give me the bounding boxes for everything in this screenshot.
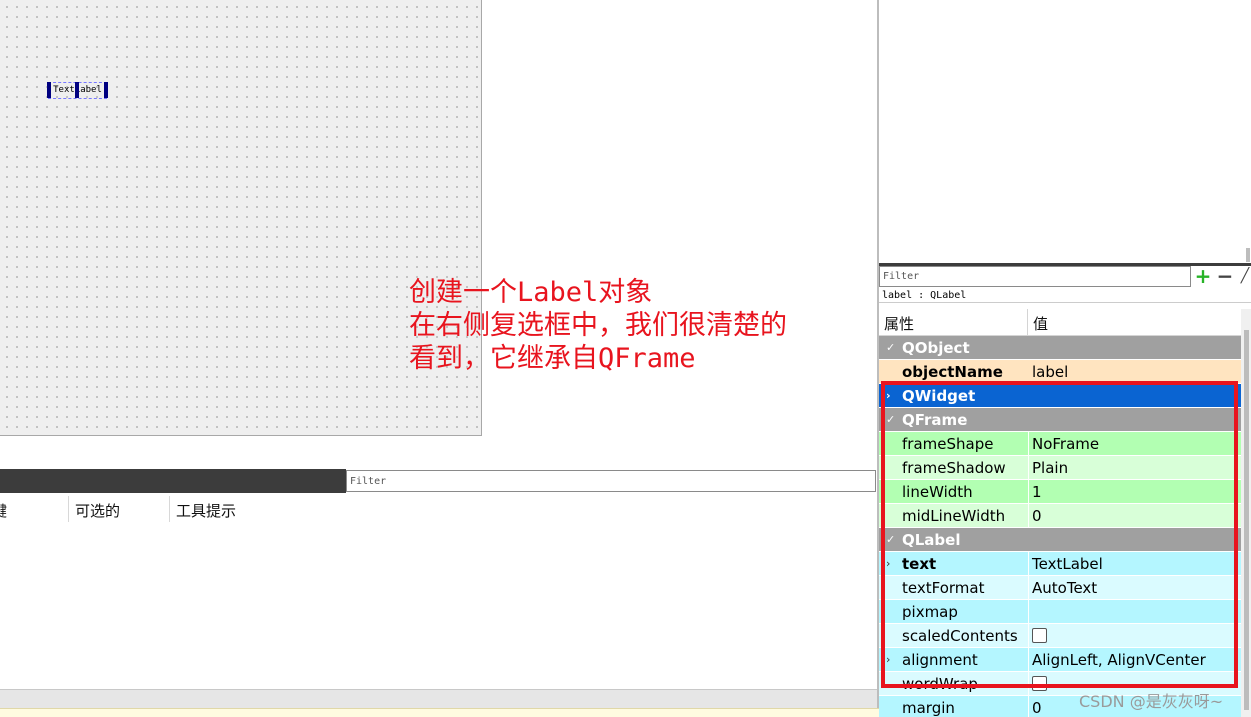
group-qwidget[interactable]: › QWidget <box>879 384 1241 408</box>
action-filter-input[interactable]: Filter <box>346 470 876 492</box>
current-object-label: label : QLabel <box>879 289 1251 303</box>
property-row-pixmap[interactable]: pixmap <box>879 600 1241 624</box>
action-editor-titlebar <box>0 469 346 493</box>
group-qlabel[interactable]: ✓ QLabel <box>879 528 1241 552</box>
action-editor-header: 键 可选的 工具提示 <box>0 496 877 522</box>
column-separator <box>68 496 69 522</box>
column-shortcut[interactable]: 键 <box>0 500 7 521</box>
selection-handle-middle[interactable] <box>75 82 79 98</box>
annotation-line-3: 看到，它继承自QFrame <box>409 343 696 374</box>
header-separator <box>1027 309 1028 335</box>
header-value[interactable]: 值 <box>1033 313 1048 334</box>
property-row-textformat[interactable]: textFormat AutoText <box>879 576 1241 600</box>
csdn-watermark: CSDN @是灰灰呀~ <box>1079 692 1224 711</box>
column-tooltip[interactable]: 工具提示 <box>176 500 236 521</box>
header-property[interactable]: 属性 <box>884 313 914 334</box>
selection-handle-left[interactable] <box>47 82 51 98</box>
qt-designer-window: TextLabel 创建一个Label对象 在右侧复选框中，我们很清楚的 看到，… <box>0 0 1251 717</box>
property-row-text[interactable]: › text TextLabel <box>879 552 1241 576</box>
property-row-frameshape[interactable]: frameShape NoFrame <box>879 432 1241 456</box>
selection-handle-right[interactable] <box>104 82 108 98</box>
plus-icon[interactable]: + <box>1194 266 1212 287</box>
wrench-icon[interactable]: ╱ <box>1236 266 1251 287</box>
action-editor-bottom-bar <box>0 689 877 709</box>
property-table: ✓ QObject objectName label › QWidget ✓ Q… <box>879 336 1241 717</box>
minus-icon[interactable]: − <box>1216 266 1234 287</box>
property-table-header: 属性 值 <box>879 309 1241 336</box>
scaledcontents-value <box>1029 624 1241 647</box>
property-row-alignment[interactable]: › alignment AlignLeft, AlignVCenter <box>879 648 1241 672</box>
annotation-line-1: 创建一个Label对象 <box>409 277 653 308</box>
column-separator <box>169 496 170 522</box>
property-row-scaledcontents[interactable]: scaledContents <box>879 624 1241 648</box>
property-row-linewidth[interactable]: lineWidth 1 <box>879 480 1241 504</box>
red-annotation-text: 创建一个Label对象 在右侧复选框中，我们很清楚的 看到，它继承自QFrame <box>409 276 787 375</box>
wordwrap-checkbox[interactable] <box>1032 676 1047 691</box>
group-qobject[interactable]: ✓ QObject <box>879 336 1241 360</box>
property-row-frameshadow[interactable]: frameShadow Plain <box>879 456 1241 480</box>
property-row-midlinewidth[interactable]: midLineWidth 0 <box>879 504 1241 528</box>
object-inspector-area <box>879 0 1251 263</box>
scaledcontents-checkbox[interactable] <box>1032 628 1047 643</box>
annotation-line-2: 在右侧复选框中，我们很清楚的 <box>409 310 787 341</box>
property-row-objectname[interactable]: objectName label <box>879 360 1241 384</box>
column-checkable[interactable]: 可选的 <box>75 500 120 521</box>
group-qframe[interactable]: ✓ QFrame <box>879 408 1241 432</box>
property-filter-input[interactable]: Filter <box>879 266 1191 287</box>
object-inspector-scrollbar[interactable] <box>1246 248 1250 262</box>
property-scrollbar-thumb[interactable] <box>1244 330 1249 710</box>
